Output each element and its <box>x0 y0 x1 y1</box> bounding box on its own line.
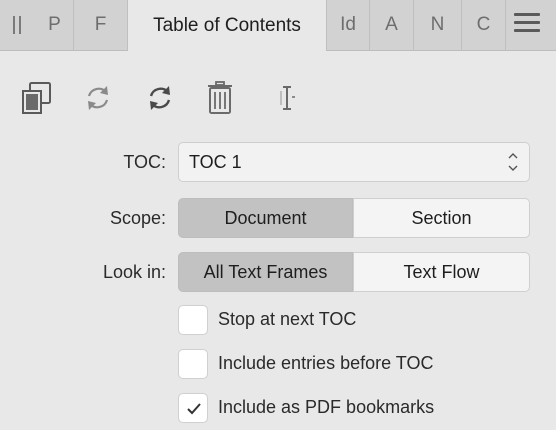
tab-c[interactable]: C <box>462 0 506 50</box>
sync-icon[interactable] <box>142 80 178 116</box>
panel-tab-bar: P F Table of Contents Id A N C <box>0 0 556 51</box>
scope-label: Scope: <box>109 208 166 228</box>
tab-id[interactable]: Id <box>326 0 370 50</box>
include-as-pdf-bookmarks-checkbox[interactable] <box>178 393 208 423</box>
toc-label: TOC: <box>123 152 166 172</box>
stop-at-next-toc-checkbox[interactable] <box>178 305 208 335</box>
tab-n[interactable]: N <box>414 0 462 50</box>
tab-f[interactable]: F <box>74 0 128 50</box>
refresh-icon[interactable] <box>80 80 116 116</box>
tab-a[interactable]: A <box>370 0 414 50</box>
stop-at-next-toc-label: Stop at next TOC <box>218 309 357 329</box>
include-as-pdf-bookmarks-label: Include as PDF bookmarks <box>218 397 435 417</box>
scope-section-button[interactable]: Section <box>353 198 530 238</box>
toc-select[interactable]: TOC 1 <box>178 142 530 182</box>
tab-p[interactable]: P <box>36 0 74 50</box>
include-entries-before-toc-label: Include entries before TOC <box>218 353 434 373</box>
toc-select-value: TOC 1 <box>189 152 242 172</box>
look-in-text-flow-button[interactable]: Text Flow <box>353 252 530 292</box>
include-entries-before-toc-checkbox[interactable] <box>178 349 208 379</box>
chevron-up-down-icon <box>508 153 518 171</box>
drag-grip-icon[interactable] <box>12 16 24 34</box>
trash-icon[interactable] <box>202 80 238 116</box>
checkmark-icon <box>187 403 201 415</box>
look-in-all-text-frames-button[interactable]: All Text Frames <box>178 252 353 292</box>
tab-table-of-contents[interactable]: Table of Contents <box>128 0 326 51</box>
text-cursor-icon[interactable] <box>270 80 306 116</box>
scope-document-button[interactable]: Document <box>178 198 353 238</box>
panel-menu-icon[interactable] <box>514 13 540 33</box>
look-in-label: Look in: <box>102 262 166 282</box>
copy-icon[interactable] <box>20 80 56 116</box>
